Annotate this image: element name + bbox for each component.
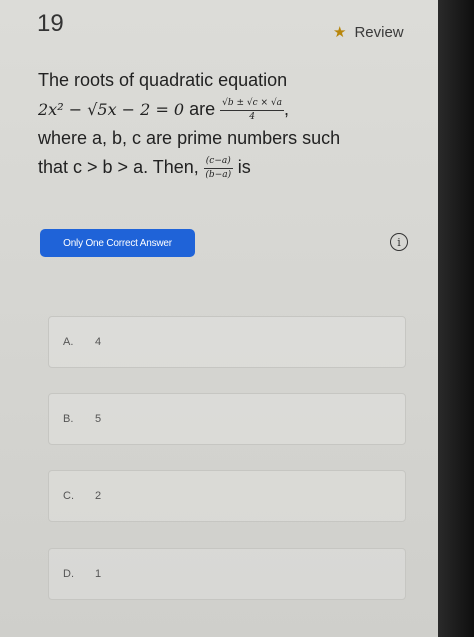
option-letter: A. [63, 336, 74, 348]
quadratic-equation: 2x² − √5x − 2 = 0 [38, 100, 185, 119]
star-icon: ★ [333, 24, 347, 41]
question-line-4: that c > b > a. Then, (c−a) (b−a) is [38, 153, 418, 182]
info-icon[interactable]: i [390, 233, 408, 251]
question-line-3: where a, b, c are prime numbers such [38, 128, 341, 148]
are-text: are [184, 99, 221, 119]
option-text: 2 [95, 490, 102, 502]
option-text: 5 [95, 413, 102, 425]
option-text: 4 [95, 336, 102, 348]
option-b[interactable]: B. 5 [48, 393, 406, 445]
answer-type-badge: Only One Correct Answer [40, 229, 195, 257]
option-d[interactable]: D. 1 [48, 548, 406, 600]
roots-numerator: √b ± √c × √a [220, 98, 285, 111]
device-edge [438, 0, 474, 637]
ratio-denominator: (b−a) [205, 169, 232, 180]
ratio-numerator: (c−a) [203, 156, 233, 169]
roots-fraction: √b ± √c × √a 4 [220, 98, 285, 122]
option-text: 1 [95, 568, 102, 580]
roots-denominator: 4 [249, 111, 255, 122]
line4-prefix: that c > b > a. Then, [38, 157, 204, 177]
question-line-1: The roots of quadratic equation [38, 70, 288, 90]
line4-suffix: is [232, 157, 251, 177]
option-c[interactable]: C. 2 [48, 470, 406, 522]
comma: , [284, 99, 290, 119]
question-line-2: 2x² − √5x − 2 = 0 are √b ± √c × √a 4, [38, 95, 418, 124]
option-letter: C. [63, 490, 74, 502]
review-button[interactable]: ★ Review [333, 23, 404, 42]
option-letter: D. [63, 568, 74, 580]
option-a[interactable]: A. 4 [48, 316, 406, 368]
app-screen: 19 ★ Review The roots of quadratic equat… [0, 0, 438, 637]
question-text: The roots of quadratic equation 2x² − √5… [38, 66, 418, 182]
option-letter: B. [63, 413, 74, 425]
ratio-fraction: (c−a) (b−a) [203, 156, 233, 180]
question-number: 19 [37, 10, 64, 37]
review-label: Review [354, 23, 404, 41]
